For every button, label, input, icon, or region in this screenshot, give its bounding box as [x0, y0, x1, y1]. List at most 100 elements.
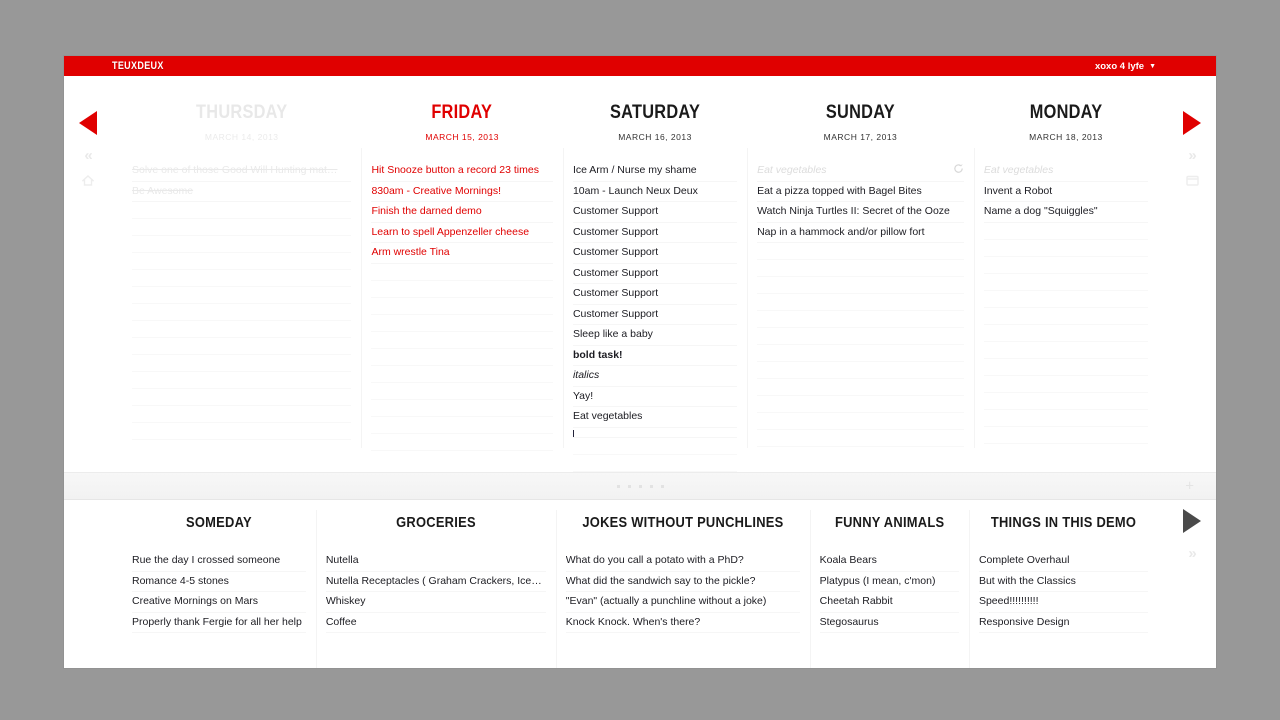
task-item[interactable]: 10am - Launch Neux Deux: [572, 182, 738, 202]
empty-task-slot[interactable]: [132, 304, 352, 321]
task-item[interactable]: Be Awesome: [132, 182, 352, 202]
task-item[interactable]: Invent a Robot: [983, 182, 1149, 202]
task-item[interactable]: Arm wrestle Tina: [371, 243, 553, 264]
list-column-jokes-without-punchlines[interactable]: JOKES WITHOUT PUNCHLINES What do you call…: [555, 500, 810, 668]
task-item[interactable]: Yay!: [572, 387, 738, 407]
list-item[interactable]: "Evan" (actually a punchline without a j…: [565, 592, 800, 613]
add-list-icon[interactable]: +: [1185, 479, 1194, 494]
list-item[interactable]: Rue the day I crossed someone: [132, 551, 306, 572]
empty-task-slot[interactable]: [371, 417, 553, 434]
empty-task-slot[interactable]: [371, 383, 553, 400]
empty-task-slot[interactable]: [983, 427, 1149, 444]
empty-task-slot[interactable]: [757, 294, 964, 311]
task-item[interactable]: Customer Support: [572, 223, 738, 243]
empty-task-slot[interactable]: [757, 277, 964, 294]
account-menu[interactable]: xoxo 4 lyfe ▼: [1095, 61, 1156, 72]
empty-task-slot[interactable]: [757, 328, 964, 345]
empty-task-slot[interactable]: [983, 240, 1149, 257]
task-item[interactable]: Solve one of those Good Will Hunting mat…: [132, 161, 352, 182]
empty-task-slot[interactable]: [132, 355, 352, 372]
list-item[interactable]: Knock Knock. When's there?: [565, 613, 800, 633]
list-item[interactable]: Complete Overhaul: [978, 551, 1148, 572]
empty-task-slot[interactable]: [757, 362, 964, 379]
empty-task-slot[interactable]: [983, 376, 1149, 393]
task-item[interactable]: Eat vegetables: [983, 161, 1149, 182]
app-logo[interactable]: TEUXDEUX: [112, 60, 164, 72]
empty-task-slot[interactable]: [132, 338, 352, 355]
empty-task-slot[interactable]: [371, 349, 553, 366]
empty-task-slot[interactable]: [757, 413, 964, 430]
task-item[interactable]: Customer Support: [572, 305, 738, 325]
empty-task-slot[interactable]: [132, 236, 352, 253]
empty-task-slot[interactable]: [132, 423, 352, 440]
task-item[interactable]: Customer Support: [572, 202, 738, 223]
task-item[interactable]: 830am - Creative Mornings!: [371, 182, 553, 202]
empty-task-slot[interactable]: [371, 281, 553, 298]
day-column-thursday[interactable]: THURSDAY MARCH 14, 2013 Solve one of those…: [122, 76, 361, 472]
list-item[interactable]: Properly thank Fergie for all her help: [132, 613, 306, 633]
empty-task-slot[interactable]: [132, 219, 352, 236]
empty-task-slot[interactable]: [983, 325, 1149, 342]
empty-task-slot[interactable]: [983, 308, 1149, 325]
list-item[interactable]: Speed!!!!!!!!!!: [978, 592, 1148, 613]
list-column-groceries[interactable]: GROCERIES Nutella Nutella Receptacles ( Gr…: [315, 500, 556, 668]
empty-task-slot[interactable]: [983, 342, 1149, 359]
task-item[interactable]: Customer Support: [572, 264, 738, 284]
list-item[interactable]: Stegosaurus: [819, 613, 959, 633]
empty-task-slot[interactable]: [132, 321, 352, 338]
prev-far-icon[interactable]: «: [84, 148, 92, 163]
empty-task-slot[interactable]: [371, 332, 553, 349]
empty-task-slot[interactable]: [983, 257, 1149, 274]
list-item[interactable]: Coffee: [325, 613, 546, 633]
task-item[interactable]: Finish the darned demo: [371, 202, 553, 223]
list-item[interactable]: Responsive Design: [978, 613, 1148, 633]
lists-chevron-right-icon[interactable]: [1181, 508, 1203, 534]
empty-task-slot[interactable]: [572, 455, 738, 472]
day-column-sunday[interactable]: SUNDAY MARCH 17, 2013 Eat vegetables Eat a …: [747, 76, 974, 472]
list-item[interactable]: Cheetah Rabbit: [819, 592, 959, 613]
list-item[interactable]: But with the Classics: [978, 572, 1148, 592]
empty-task-slot[interactable]: [983, 359, 1149, 376]
empty-task-slot[interactable]: [132, 406, 352, 423]
empty-task-slot[interactable]: [132, 253, 352, 270]
empty-task-slot[interactable]: [132, 389, 352, 406]
empty-task-slot[interactable]: [757, 311, 964, 328]
list-column-someday[interactable]: SOMEDAY Rue the day I crossed someone Roma…: [122, 500, 316, 668]
chevron-right-icon[interactable]: [1181, 110, 1203, 136]
task-item[interactable]: Eat a pizza topped with Bagel Bites: [757, 182, 964, 202]
list-column-funny-animals[interactable]: FUNNY ANIMALS Koala Bears Platypus (I mean…: [809, 500, 969, 668]
task-item[interactable]: Watch Ninja Turtles II: Secret of the Oo…: [757, 202, 964, 223]
empty-task-slot[interactable]: [757, 396, 964, 413]
empty-task-slot[interactable]: [371, 366, 553, 383]
home-icon[interactable]: [82, 175, 94, 186]
task-item[interactable]: italics: [572, 366, 738, 387]
day-column-monday[interactable]: MONDAY MARCH 18, 2013 Eat vegetables Invent…: [973, 76, 1158, 472]
empty-task-slot[interactable]: [371, 400, 553, 417]
day-column-saturday[interactable]: SATURDAY MARCH 16, 2013 Ice Arm / Nurse my…: [562, 76, 747, 472]
empty-task-slot[interactable]: [757, 243, 964, 260]
task-item[interactable]: Sleep like a baby: [572, 325, 738, 346]
calendar-icon[interactable]: [1185, 175, 1199, 186]
empty-task-slot[interactable]: [757, 345, 964, 362]
task-item[interactable]: Ice Arm / Nurse my shame: [572, 161, 738, 182]
empty-task-slot[interactable]: [371, 434, 553, 451]
drag-handle-icon[interactable]: [616, 484, 664, 488]
list-item[interactable]: Whiskey: [325, 592, 546, 613]
empty-task-slot[interactable]: [132, 202, 352, 219]
empty-task-slot[interactable]: [983, 393, 1149, 410]
empty-task-slot[interactable]: [132, 270, 352, 287]
list-item[interactable]: Creative Mornings on Mars: [132, 592, 306, 613]
empty-task-slot[interactable]: [371, 298, 553, 315]
panel-divider[interactable]: +: [64, 472, 1216, 500]
empty-task-slot[interactable]: [572, 438, 738, 455]
empty-task-slot[interactable]: [132, 372, 352, 389]
task-item[interactable]: bold task!: [572, 346, 738, 366]
repeat-icon[interactable]: [953, 163, 964, 174]
list-item[interactable]: Romance 4-5 stones: [132, 572, 306, 592]
lists-next-far-icon[interactable]: »: [1188, 546, 1196, 561]
task-item[interactable]: Learn to spell Appenzeller cheese: [371, 223, 553, 243]
empty-task-slot[interactable]: [371, 315, 553, 332]
task-item[interactable]: [572, 428, 738, 438]
empty-task-slot[interactable]: [983, 223, 1149, 240]
list-item[interactable]: What do you call a potato with a PhD?: [565, 551, 800, 572]
